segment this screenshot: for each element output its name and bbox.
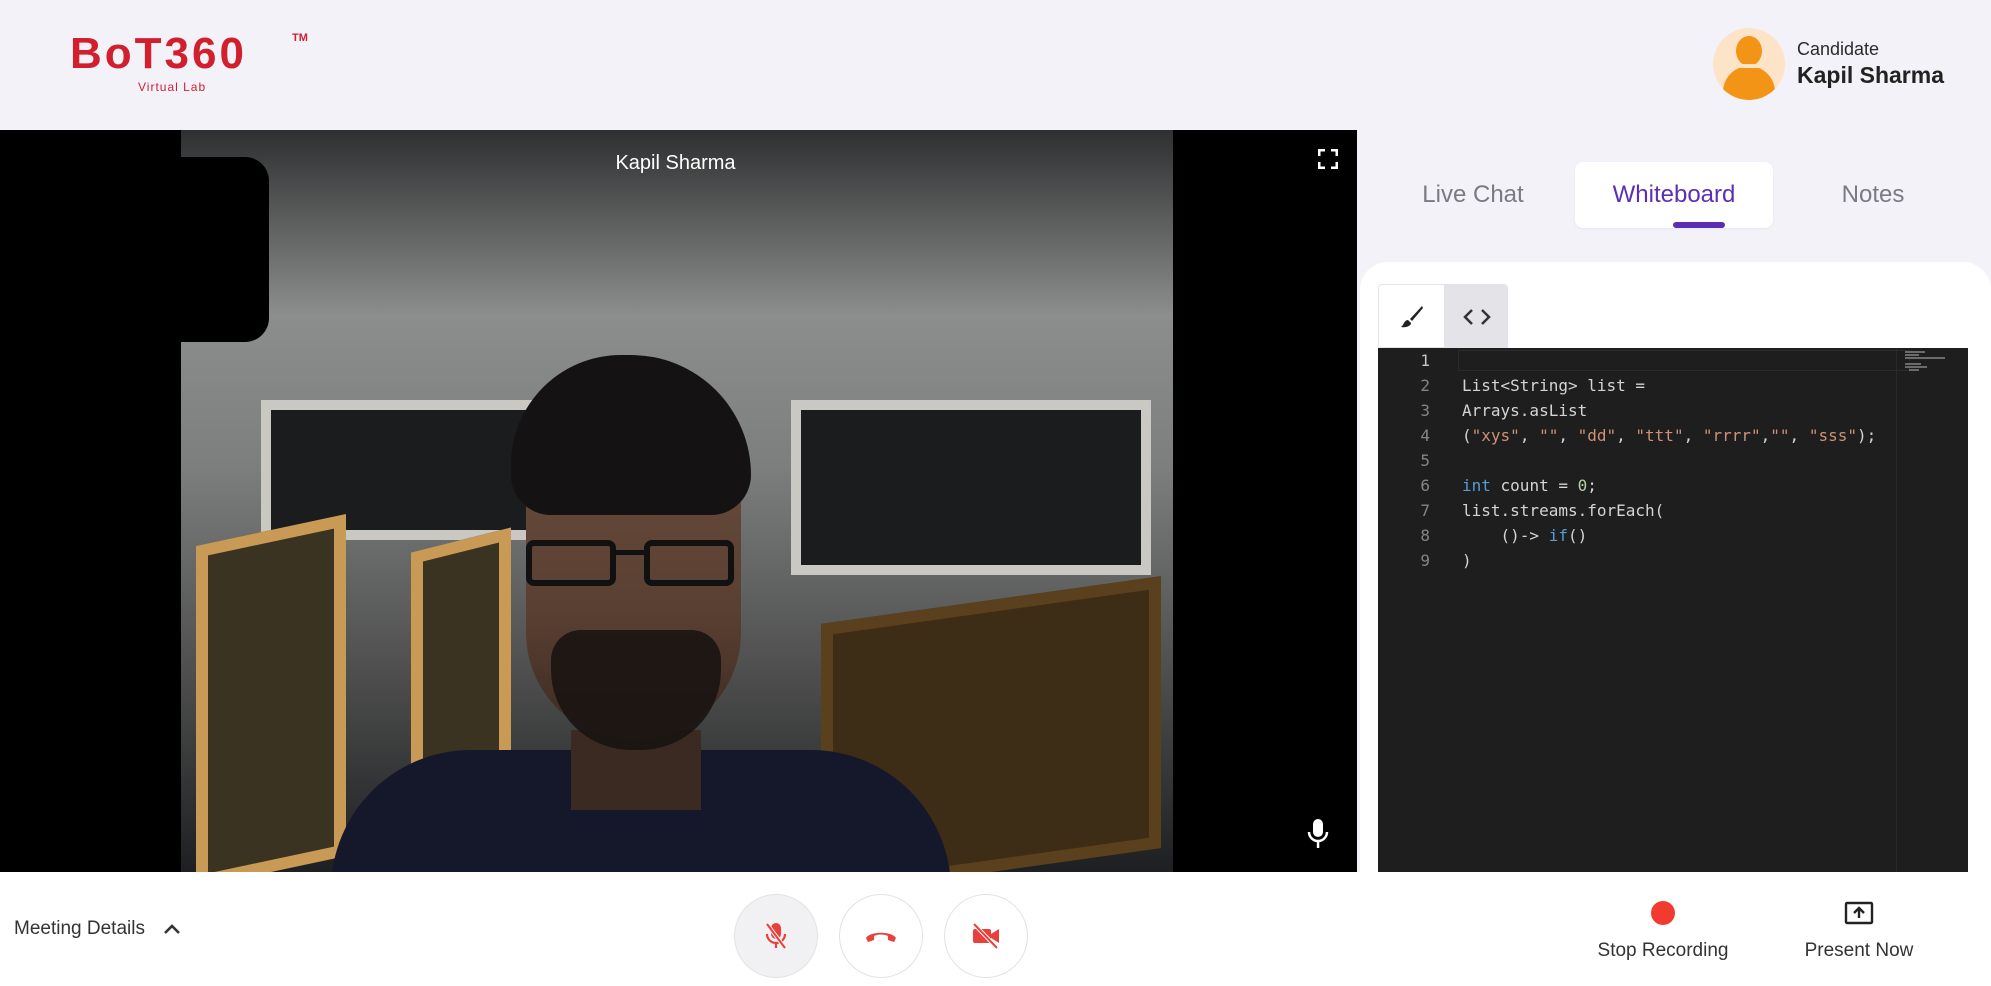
code-line: 7 list.streams.forEach(	[1378, 498, 1938, 523]
code-text: int count = 0;	[1462, 476, 1597, 495]
brand-logo[interactable]: BoT360 TM Virtual Lab	[70, 30, 310, 100]
user-role: Candidate	[1797, 39, 1880, 59]
header: BoT360 TM Virtual Lab Candidate Kapil Sh…	[0, 0, 1991, 130]
code-editor[interactable]: 1 2 List<String> list = 3 Arrays.asList …	[1378, 348, 1968, 872]
tab-live-chat[interactable]: Live Chat	[1398, 162, 1548, 228]
mic-off-icon	[765, 922, 787, 950]
code-line: 4 ("xys", "", "dd", "ttt", "rrrr","", "s…	[1378, 423, 1938, 448]
bottom-toolbar: Meeting Details Stop Recording Present N…	[0, 872, 1991, 986]
present-now-button[interactable]: Present Now	[1786, 872, 1932, 986]
code-line: 5	[1420, 451, 1430, 470]
code-text: List<String> list =	[1462, 376, 1646, 395]
mute-microphone-button[interactable]	[734, 894, 818, 978]
whiteboard-mode-toggle	[1378, 284, 1508, 348]
side-panel-tabs: Live Chat Whiteboard Notes	[1378, 150, 1978, 240]
meeting-details-toggle[interactable]: Meeting Details	[14, 872, 181, 986]
code-line: 8 ()-> if()	[1378, 523, 1938, 548]
code-line: 3 Arrays.asList	[1378, 398, 1938, 423]
logo-text: BoT360	[70, 29, 247, 78]
code-text: )	[1462, 551, 1472, 570]
code-line: 9 )	[1378, 548, 1938, 573]
user-profile[interactable]: Candidate Kapil Sharma	[1713, 27, 1944, 101]
end-call-button[interactable]	[839, 894, 923, 978]
present-now-label: Present Now	[1804, 940, 1914, 961]
code-line: 6 int count = 0;	[1378, 473, 1938, 498]
code-text: Arrays.asList	[1462, 401, 1588, 420]
whiteboard-panel: 1 2 List<String> list = 3 Arrays.asList …	[1360, 262, 1991, 872]
meeting-details-label: Meeting Details	[14, 918, 145, 939]
present-screen-icon	[1844, 901, 1874, 925]
user-name: Kapil Sharma	[1797, 62, 1944, 88]
code-line: 2 List<String> list =	[1378, 373, 1938, 398]
logo-tagline: Virtual Lab	[138, 80, 207, 94]
avatar	[1713, 28, 1785, 100]
stop-recording-button[interactable]: Stop Recording	[1590, 872, 1736, 986]
code-text: ()-> if()	[1462, 526, 1588, 545]
video-feed: Kapil Sharma	[0, 130, 1357, 872]
toggle-video-button[interactable]	[944, 894, 1028, 978]
code-line: 1	[1378, 348, 1938, 373]
code-icon[interactable]	[1444, 285, 1507, 347]
code-text: list.streams.forEach(	[1462, 501, 1665, 520]
stop-recording-label: Stop Recording	[1597, 940, 1729, 961]
camera-image	[181, 130, 1173, 872]
code-text: ("xys", "", "dd", "ttt", "rrrr","", "sss…	[1462, 426, 1877, 445]
chevron-up-icon	[164, 924, 180, 934]
code-minimap[interactable]	[1896, 348, 1968, 872]
logo-trademark: TM	[292, 32, 308, 44]
video-off-icon	[972, 923, 999, 949]
fullscreen-icon[interactable]	[1317, 148, 1339, 170]
tab-notes[interactable]: Notes	[1798, 162, 1948, 228]
record-icon	[1651, 901, 1675, 925]
tab-whiteboard[interactable]: Whiteboard	[1575, 162, 1773, 228]
microphone-icon	[1307, 819, 1329, 849]
participant-name: Kapil Sharma	[615, 152, 736, 174]
end-call-icon	[866, 932, 896, 942]
brush-icon[interactable]	[1379, 285, 1444, 347]
self-view-placeholder	[105, 157, 269, 342]
